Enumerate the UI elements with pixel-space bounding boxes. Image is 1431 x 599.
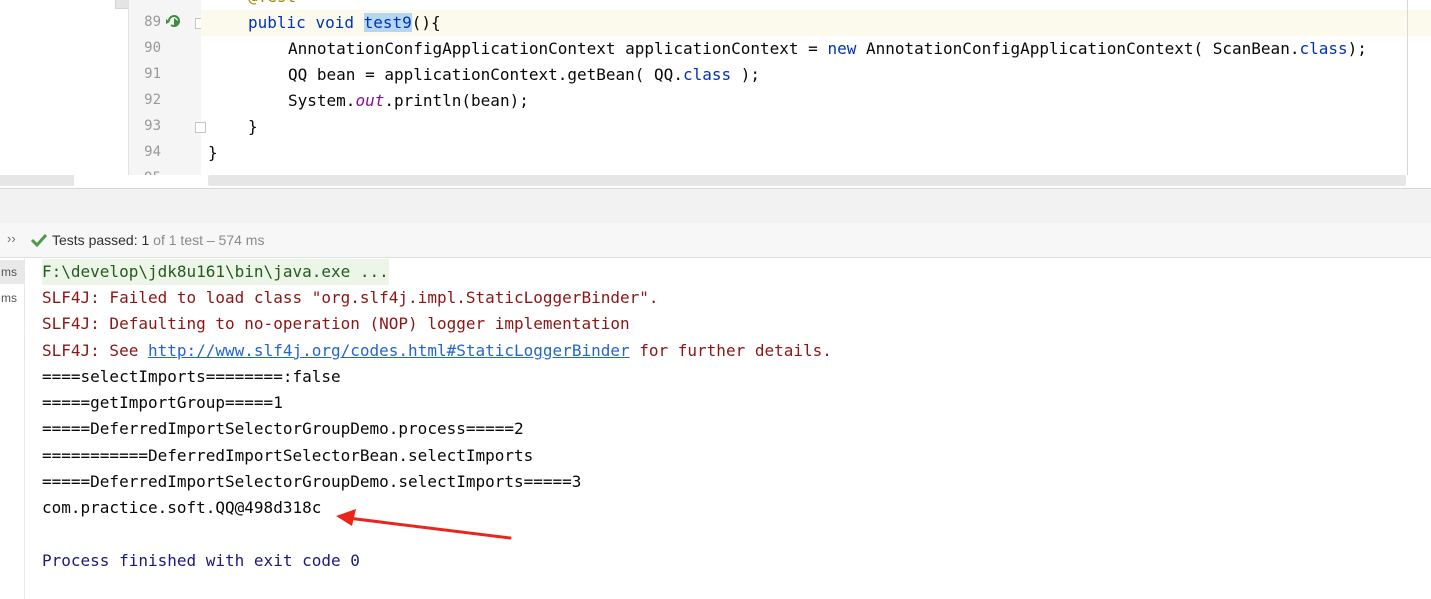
- line-number: 93: [144, 118, 161, 134]
- code-text: );: [1347, 39, 1367, 58]
- tree-item-label: ms: [1, 265, 17, 279]
- panel-divider[interactable]: [0, 188, 1431, 224]
- console-error-line: SLF4J: Defaulting to no-operation (NOP) …: [42, 314, 630, 333]
- code-text: .println(bean);: [384, 91, 529, 110]
- console-error-line: SLF4J: See http://www.slf4j.org/codes.ht…: [42, 338, 832, 364]
- keyword: class: [682, 65, 732, 84]
- project-panel-edge: [0, 0, 128, 188]
- console-line: =====getImportGroup=====1: [42, 393, 283, 412]
- code-line-92: System.out.println(bean);: [288, 88, 529, 114]
- console-command-line: F:\develop\jdk8u161\bin\java.exe ...: [42, 259, 389, 285]
- horizontal-scrollbar[interactable]: [0, 175, 1431, 188]
- run-test-icon[interactable]: [164, 13, 182, 29]
- keyword: public: [248, 13, 306, 32]
- status-detail: of 1 test – 574 ms: [149, 232, 265, 248]
- expand-icon[interactable]: ››: [7, 231, 16, 246]
- code-line-90: AnnotationConfigApplicationContext appli…: [288, 36, 1367, 62]
- status-label: Tests passed:: [52, 232, 142, 248]
- code-editor[interactable]: 88 89 90 91 92 93 94 95 @Test public voi…: [0, 0, 1431, 188]
- code-text: (){: [411, 13, 441, 32]
- keyword: class: [1299, 39, 1348, 58]
- right-margin-guide: [1407, 0, 1408, 188]
- console-line: =====DeferredImportSelectorGroupDemo.pro…: [42, 419, 524, 438]
- console-text: SLF4J: See: [42, 341, 148, 360]
- code-line-89: public void test9(){: [248, 10, 441, 36]
- tree-item-label: ms: [1, 291, 17, 305]
- test-status-text: Tests passed: 1 of 1 test – 574 ms: [52, 232, 264, 248]
- keyword: void: [315, 13, 354, 32]
- code-line-91: QQ bean = applicationContext.getBean( QQ…: [288, 62, 760, 88]
- test-tree: ms ms: [0, 258, 25, 599]
- editor-gutter: 88 89 90 91 92 93 94 95: [128, 0, 206, 188]
- code-text: AnnotationConfigApplicationContext( Scan…: [856, 39, 1300, 58]
- method-name: test9: [363, 13, 412, 32]
- code-text: System.: [288, 91, 356, 110]
- console-line: =====DeferredImportSelectorGroupDemo.sel…: [42, 472, 582, 491]
- line-number: 88: [129, 0, 161, 4]
- line-number: 91: [144, 66, 161, 82]
- test-tree-item[interactable]: ms: [0, 286, 24, 310]
- console-line: com.practice.soft.QQ@498d318c: [42, 498, 322, 517]
- code-line-88: @Test: [248, 0, 296, 10]
- line-number: 89: [144, 14, 161, 30]
- static-field: out: [355, 91, 385, 110]
- console-line: ====selectImports========:false: [42, 367, 341, 386]
- line-number: 94: [144, 144, 161, 160]
- console-line: ===========DeferredImportSelectorBean.se…: [42, 446, 534, 465]
- test-status-bar: ›› Tests passed: 1 of 1 test – 574 ms: [0, 223, 1431, 258]
- red-arrow-icon: [336, 509, 512, 540]
- check-icon: [31, 233, 47, 247]
- console-error-line: SLF4J: Failed to load class "org.slf4j.i…: [42, 288, 659, 307]
- code-area[interactable]: @Test public void test9(){ AnnotationCon…: [201, 0, 1431, 188]
- console-text: for further details.: [629, 341, 832, 360]
- scrollbar-thumb[interactable]: [208, 175, 1406, 186]
- console-link[interactable]: http://www.slf4j.org/codes.html#StaticLo…: [148, 341, 630, 360]
- console-exit-line: Process finished with exit code 0: [42, 551, 360, 570]
- code-text: QQ bean = applicationContext.getBean( QQ…: [288, 65, 683, 84]
- keyword: new: [827, 39, 857, 58]
- line-number: 92: [144, 92, 161, 108]
- code-text: AnnotationConfigApplicationContext appli…: [288, 39, 828, 58]
- scrollbar-segment[interactable]: [0, 175, 74, 186]
- code-text: );: [731, 65, 761, 84]
- line-number: 90: [144, 40, 161, 56]
- run-console[interactable]: ms ms F:\develop\jdk8u161\bin\java.exe .…: [0, 258, 1431, 599]
- code-line-94: }: [208, 143, 218, 162]
- test-tree-item[interactable]: ms: [0, 260, 24, 284]
- code-line-93: }: [248, 117, 258, 136]
